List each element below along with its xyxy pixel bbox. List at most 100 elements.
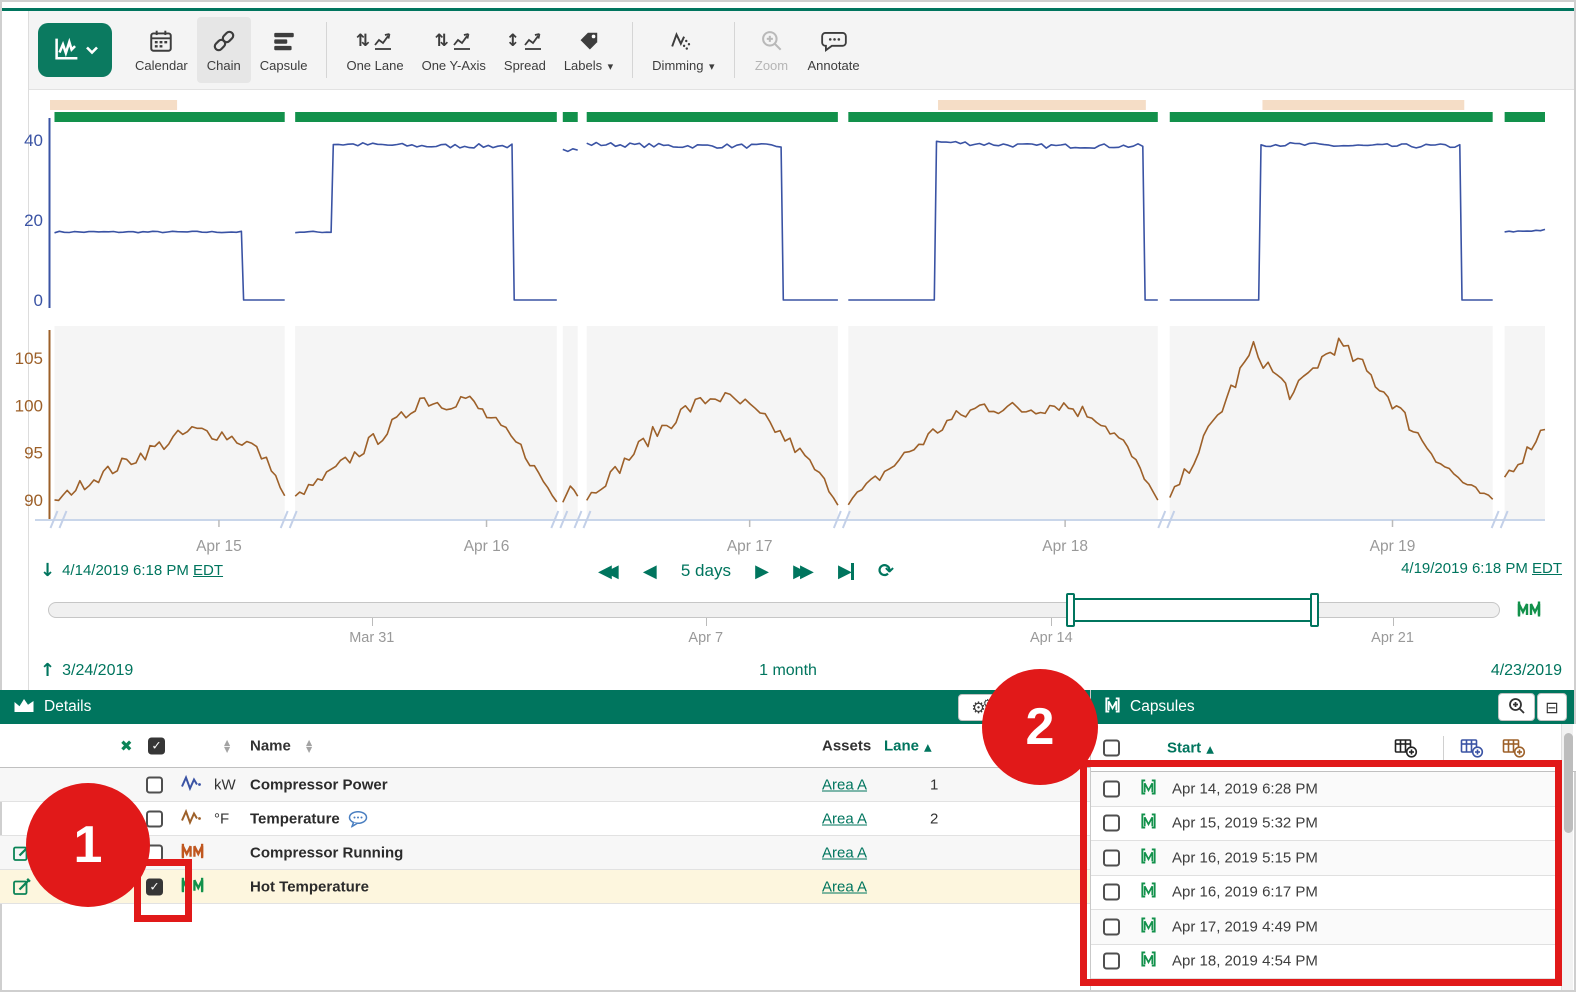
- capsules-panel-title: Capsules: [1130, 698, 1195, 716]
- overview-tick: [1051, 618, 1052, 626]
- lane-background-stripe: [848, 326, 1157, 520]
- select-all-checkbox[interactable]: ✓: [148, 737, 165, 754]
- annotation-bubble-icon[interactable]: [348, 810, 369, 827]
- details-row[interactable]: i✖Compressor RunningArea A: [0, 836, 1090, 870]
- investigate-range-duration[interactable]: 1 month: [759, 662, 817, 680]
- add-condition-column-button[interactable]: [1502, 737, 1526, 758]
- sort-name-control[interactable]: ▲▼: [306, 739, 312, 753]
- header-divider: [1443, 736, 1444, 760]
- start-column-header[interactable]: Start▲: [1167, 739, 1214, 756]
- range-end-timezone[interactable]: EDT: [1532, 560, 1562, 577]
- workbench-page: CalendarChainCapsule⇅One Lane⇅One Y-Axis…: [0, 0, 1576, 992]
- compressor-power-line: [295, 143, 557, 300]
- sort-type-control[interactable]: ▲▼: [224, 739, 230, 753]
- condition-type-icon: [180, 841, 205, 864]
- capsules-select-all-checkbox[interactable]: [1103, 739, 1120, 756]
- name-column-header[interactable]: Name: [250, 737, 291, 754]
- capsule-row[interactable]: Apr 18, 2019 4:54 PM: [1091, 945, 1561, 980]
- capsule-icon: [1140, 778, 1157, 800]
- capsule-checkbox[interactable]: [1103, 884, 1120, 901]
- y-axis-tick-label: 105: [15, 349, 43, 368]
- compressor-running-capsule-bar: [848, 112, 1157, 122]
- duration-button[interactable]: 5 days: [681, 561, 731, 581]
- capsule-start-value: Apr 18, 2019 4:54 PM: [1172, 953, 1318, 970]
- row-checkbox[interactable]: [146, 810, 163, 827]
- step-back-half-button[interactable]: ◀: [643, 561, 657, 582]
- item-name-text: Compressor Power: [250, 776, 388, 793]
- sort-ascending-icon: ▲: [924, 742, 932, 753]
- capsule-row[interactable]: Apr 16, 2019 6:17 PM: [1091, 876, 1561, 911]
- details-panel-header: Details: [0, 690, 1090, 724]
- capsule-checkbox[interactable]: [1103, 953, 1120, 970]
- capsule-row[interactable]: Apr 14, 2019 6:28 PM: [1091, 772, 1561, 807]
- asset-link[interactable]: Area A: [822, 844, 867, 861]
- scrollbar-thumb[interactable]: [1564, 733, 1573, 833]
- item-name: Compressor Running: [250, 844, 403, 861]
- capsule-row[interactable]: Apr 15, 2019 5:32 PM: [1091, 807, 1561, 842]
- capsules-scrollbar[interactable]: [1561, 724, 1573, 990]
- remove-all-icon[interactable]: ✖: [120, 737, 133, 755]
- compressor-power-line: [1170, 143, 1493, 300]
- trend-chart[interactable]: 402001051009590Apr 15Apr 16Apr 17Apr 18A…: [0, 0, 1576, 560]
- y-axis-tick-label: 20: [24, 211, 43, 230]
- unit-of-measure: kW: [214, 776, 236, 793]
- capsule-icon: [1140, 916, 1157, 938]
- callout-badge-2: 2: [982, 669, 1098, 785]
- capsule-checkbox[interactable]: [1103, 918, 1120, 935]
- step-forward-full-button[interactable]: ▶▶: [793, 561, 814, 582]
- refresh-button[interactable]: ⟳: [878, 560, 894, 583]
- add-column-button[interactable]: [1394, 737, 1418, 758]
- capsule-start-value: Apr 16, 2019 5:15 PM: [1172, 849, 1318, 866]
- asset-link[interactable]: Area A: [822, 810, 867, 827]
- check-icon: ✓: [149, 880, 159, 894]
- capsule-checkbox[interactable]: [1103, 780, 1120, 797]
- details-table-header: ✖ ✓ ▲▼ Name ▲▼ Assets Lane▲: [0, 724, 1090, 768]
- hot-temperature-capsule-bar: [50, 100, 177, 110]
- y-axis-tick-label: 90: [24, 491, 43, 510]
- lane-background-stripe: [1170, 326, 1493, 520]
- compressor-power-line: [848, 141, 1158, 300]
- capsule-checkbox[interactable]: [1103, 815, 1120, 832]
- capsule-row[interactable]: Apr 17, 2019 4:49 PM: [1091, 910, 1561, 945]
- lane-background-stripe: [587, 326, 838, 520]
- range-start-arrow-icon: ↓: [40, 560, 55, 581]
- y-axis-tick-label: 0: [34, 291, 43, 310]
- display-range-start[interactable]: ↓ 4/14/2019 6:18 PM EDT: [40, 560, 223, 581]
- capsule-row[interactable]: Apr 16, 2019 5:15 PM: [1091, 841, 1561, 876]
- step-forward-half-button[interactable]: ▶: [755, 561, 769, 582]
- edit-icon[interactable]: [12, 877, 32, 897]
- item-name-text: Hot Temperature: [250, 878, 369, 895]
- x-axis-day-label: Apr 18: [1042, 538, 1088, 555]
- investigate-range-end[interactable]: 4/23/2019: [1491, 662, 1562, 680]
- asset-link[interactable]: Area A: [822, 878, 867, 895]
- details-row[interactable]: °FTemperatureArea A2: [0, 802, 1090, 836]
- investigate-range-start[interactable]: ↑ 3/24/2019: [40, 660, 133, 681]
- overview-left-handle[interactable]: [1066, 593, 1075, 627]
- zoom-to-capsule-button[interactable]: [1498, 693, 1535, 721]
- step-back-full-button[interactable]: ◀◀: [598, 561, 619, 582]
- row-checkbox[interactable]: [146, 776, 163, 793]
- overview-tick-label: Apr 14: [1030, 630, 1073, 646]
- details-row[interactable]: kWCompressor PowerArea A1: [0, 768, 1090, 802]
- add-signal-column-button[interactable]: [1460, 737, 1484, 758]
- capsule-checkbox[interactable]: [1103, 849, 1120, 866]
- overview-tick-label: Apr 21: [1371, 630, 1414, 646]
- overview-right-handle[interactable]: [1310, 593, 1319, 627]
- lane-column-header[interactable]: Lane▲: [884, 737, 932, 754]
- compressor-running-capsule-bar: [1170, 112, 1493, 122]
- details-row[interactable]: i✖✓Hot TemperatureArea A: [0, 870, 1090, 904]
- investigate-start-label: 3/24/2019: [62, 662, 133, 680]
- step-to-end-button[interactable]: ▶: [838, 561, 854, 582]
- display-range-end[interactable]: 4/19/2019 6:18 PM EDT: [1401, 560, 1562, 577]
- overview-capsule-icon: [1516, 599, 1542, 624]
- assets-column-header[interactable]: Assets: [822, 737, 871, 754]
- collapse-panel-button[interactable]: ⊟: [1537, 693, 1567, 721]
- x-axis-day-label: Apr 17: [727, 538, 773, 555]
- compressor-power-line: [55, 231, 285, 300]
- magnifier-plus-icon: [1507, 696, 1527, 719]
- asset-link[interactable]: Area A: [822, 776, 867, 793]
- range-start-timezone[interactable]: EDT: [193, 562, 223, 579]
- item-name: Temperature: [250, 810, 369, 827]
- overview-selection-region[interactable]: [1070, 598, 1315, 622]
- row-checkbox[interactable]: ✓: [146, 878, 163, 895]
